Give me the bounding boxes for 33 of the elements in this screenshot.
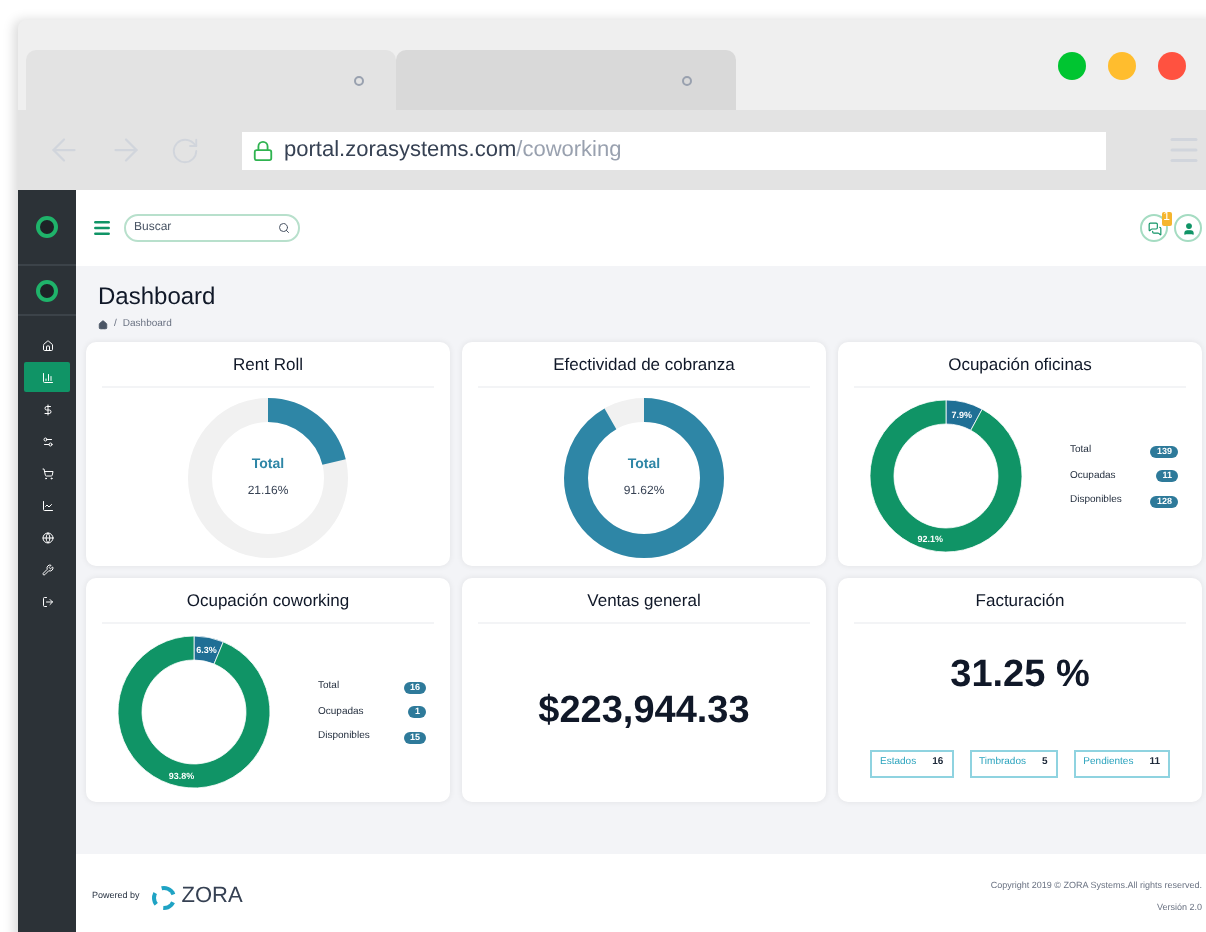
- card-title: Efectividad de cobranza: [553, 351, 735, 377]
- bar-chart-icon: [41, 371, 53, 383]
- logo-ring-icon: [36, 216, 58, 238]
- home-icon[interactable]: [98, 320, 108, 331]
- window-control-icon[interactable]: [1058, 52, 1086, 80]
- page-title: Dashboard: [98, 280, 218, 314]
- home-icon: [41, 339, 53, 351]
- card-title: Ocupación coworking: [186, 587, 350, 613]
- user-icon: [1181, 221, 1195, 235]
- sign-out-icon: [41, 595, 53, 607]
- dollar-icon: [41, 403, 53, 415]
- cart-icon: [41, 467, 53, 479]
- card-title: Rent Roll: [233, 351, 303, 377]
- card-title: Facturación: [975, 587, 1065, 613]
- logo-ring-icon: [36, 279, 58, 301]
- lock-icon: [252, 139, 274, 161]
- billing-percent: 31.25 %: [950, 652, 1090, 701]
- url-text: portal.zorasystems.com/coworking: [284, 135, 622, 166]
- sales-amount: $223,944.33: [538, 688, 750, 737]
- search-icon: [278, 222, 290, 234]
- window-close-icon[interactable]: [1158, 52, 1186, 80]
- menu-icon[interactable]: [92, 218, 112, 238]
- window-control-icon[interactable]: [1108, 52, 1136, 80]
- brand-ring-icon: [151, 885, 176, 909]
- line-chart-icon: [41, 499, 53, 511]
- globe-icon: [41, 531, 53, 543]
- user-button[interactable]: [1174, 214, 1202, 242]
- address-field[interactable]: portal.zorasystems.com/coworking: [242, 131, 1106, 169]
- chat-icon: [1147, 221, 1161, 235]
- card-title: Ventas general: [587, 587, 701, 613]
- wrench-icon: [41, 563, 53, 575]
- brand-name: ZORA: [181, 882, 243, 913]
- card-title: Ocupación oficinas: [948, 351, 1092, 377]
